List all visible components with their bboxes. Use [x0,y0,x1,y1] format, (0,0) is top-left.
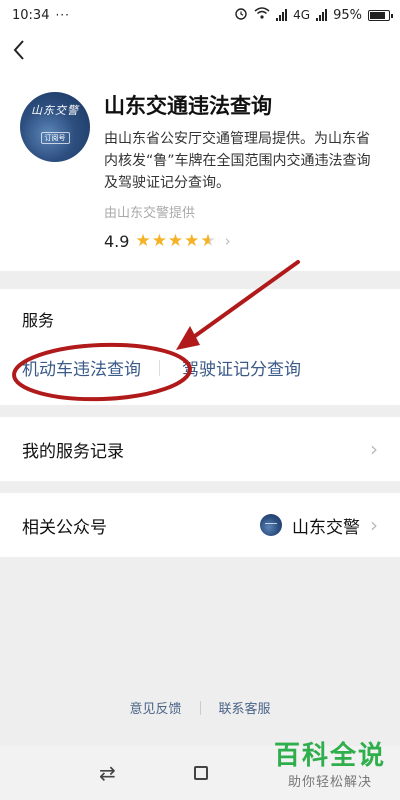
rating-row[interactable]: 4.9 ★★★★★ › [104,231,380,251]
wifi-icon [254,7,270,23]
watermark: 百科全说 助你轻松解决 [274,741,386,790]
switch-icon[interactable]: ⇄ [99,761,116,785]
footer-links: 意见反馈 联系客服 [0,698,400,717]
top-bar [0,30,400,74]
status-bar: 10:34 ··· 4G 95% [0,0,400,30]
battery-icon [368,9,393,21]
avatar: 山东交警 订阅号 [20,92,90,162]
mini-program-profile: 山东交警 订阅号 山东交通违法查询 由山东省公安厅交通管理局提供。为山东省内核发… [0,74,400,271]
feedback-link[interactable]: 意见反馈 [129,698,181,717]
star-icons: ★★★★ [135,231,201,251]
provider-text: 由山东交警提供 [104,206,196,221]
account-avatar [260,514,282,536]
notification-dots-icon: ··· [55,8,70,22]
status-time: 10:34 [12,7,50,23]
my-service-records-row[interactable]: 我的服务记录 › [0,417,400,481]
avatar-logo-text: 山东交警 [31,104,79,117]
watermark-main: 百科全说 [273,741,386,771]
divider [199,700,201,715]
account-name: 山东交警 [292,517,360,538]
battery-percent: 95% [333,7,362,23]
services-section: 服务 机动车违法查询 驾驶证记分查询 [0,289,400,405]
contact-support-link[interactable]: 联系客服 [219,698,271,717]
home-square-icon[interactable] [193,766,208,780]
alarm-icon [234,6,248,24]
signal-icon [276,9,288,21]
network-type: 4G [293,8,311,22]
divider [159,359,160,376]
chevron-right-icon: › [370,437,378,461]
license-points-query-link[interactable]: 驾驶证记分查询 [182,355,301,380]
back-arrow-icon[interactable] [12,39,42,66]
rating-stars: ★★★★★ [135,231,216,251]
related-accounts-row[interactable]: 相关公众号 山东交警 › [0,493,400,557]
rating-score: 4.9 [104,231,130,251]
chevron-right-icon: › [370,513,378,537]
page-title: 山东交通违法查询 [104,94,272,118]
watermark-sub: 助你轻松解决 [287,775,372,790]
signal-icon-2 [316,9,328,21]
description: 由山东省公安厅交通管理局提供。为山东省内核发“鲁”车牌在全国范围内交通违法查询及… [104,131,371,191]
half-star-icon: ★ [200,231,217,251]
vehicle-violation-query-link[interactable]: 机动车违法查询 [22,355,141,380]
related-label: 相关公众号 [22,517,107,538]
avatar-tag: 订阅号 [40,132,70,144]
records-label: 我的服务记录 [22,441,124,462]
chevron-right-icon: › [224,232,231,250]
services-title: 服务 [22,311,55,330]
